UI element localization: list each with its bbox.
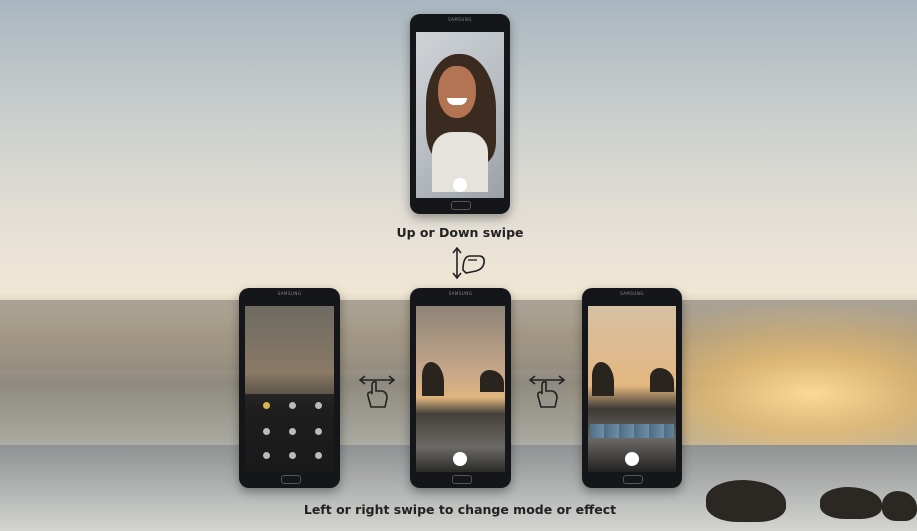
- home-button: [280, 475, 301, 484]
- mode-icon[interactable]: [289, 428, 296, 435]
- home-button: [451, 475, 472, 484]
- vertical-swipe-gesture-icon: [452, 246, 485, 280]
- effect-thumbnail-strip[interactable]: [590, 424, 674, 438]
- mode-icon[interactable]: [315, 428, 322, 435]
- selfie-preview: [416, 32, 504, 198]
- beach-rock: [706, 480, 786, 522]
- phone-camera-effects: SAMSUNG: [582, 288, 682, 488]
- phone-brand: SAMSUNG: [277, 291, 302, 296]
- rock-silhouette: [592, 362, 614, 396]
- rock-silhouette: [480, 370, 504, 392]
- mode-icon[interactable]: [315, 452, 322, 459]
- rock-silhouette: [422, 362, 444, 396]
- mode-icon[interactable]: [315, 402, 322, 409]
- phone-brand: SAMSUNG: [448, 17, 472, 22]
- phone-brand: SAMSUNG: [620, 291, 644, 296]
- shutter-button[interactable]: [625, 452, 639, 466]
- person-face: [438, 66, 476, 118]
- modes-preview: [245, 306, 334, 472]
- mode-icon[interactable]: [263, 428, 270, 435]
- viewfinder-preview: [416, 306, 505, 472]
- phone-camera-modes: SAMSUNG: [239, 288, 340, 488]
- rock-silhouette: [650, 368, 674, 392]
- horizontal-swipe-gesture-icon: [358, 375, 396, 408]
- horizontal-swipe-gesture-icon: [528, 375, 566, 408]
- phone-selfie-camera: SAMSUNG: [410, 14, 510, 214]
- mode-icon[interactable]: [289, 402, 296, 409]
- camera-swipe-illustration: SAMSUNG Up or Down swipe SAMSUNG SAMSUNG…: [0, 0, 917, 531]
- beach-rock: [882, 491, 917, 521]
- beach-rock: [820, 487, 882, 519]
- effects-preview: [588, 306, 676, 472]
- mode-icon[interactable]: [263, 452, 270, 459]
- top-caption: Up or Down swipe: [396, 225, 524, 240]
- shutter-button[interactable]: [453, 452, 467, 466]
- shutter-button[interactable]: [453, 178, 467, 192]
- home-button: [451, 201, 471, 210]
- mode-icon[interactable]: [263, 402, 270, 409]
- mode-icon[interactable]: [289, 452, 296, 459]
- home-button: [623, 475, 643, 484]
- phone-camera-viewfinder: SAMSUNG: [410, 288, 511, 488]
- phone-brand: SAMSUNG: [448, 291, 473, 296]
- bottom-caption: Left or right swipe to change mode or ef…: [303, 502, 617, 517]
